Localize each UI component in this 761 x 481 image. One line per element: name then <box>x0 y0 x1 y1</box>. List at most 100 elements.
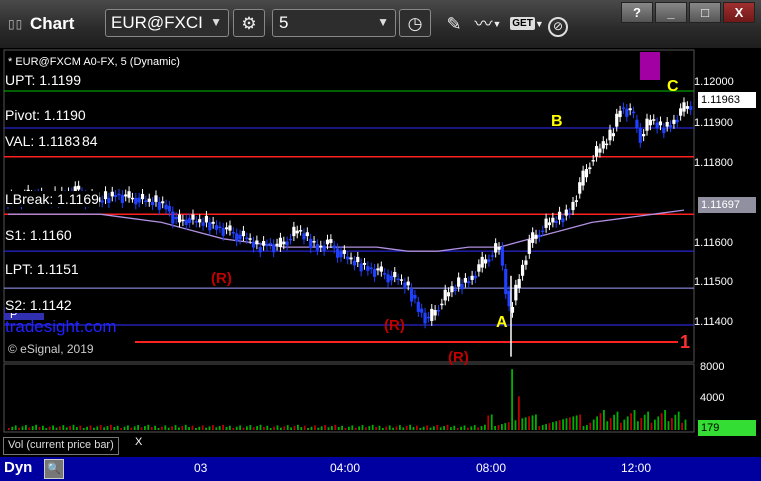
candle-body <box>379 266 383 272</box>
volume-bar <box>314 425 316 430</box>
volume-bar <box>654 419 656 430</box>
volume-bar <box>497 425 500 430</box>
volume-bar <box>361 425 364 430</box>
volume-bar <box>8 428 10 430</box>
volume-bar <box>541 425 544 430</box>
candle-body <box>140 193 145 200</box>
candle-body <box>100 200 104 203</box>
candle-body <box>211 221 215 224</box>
chart-window: ▯▯ Chart EUR@FXCI ▼ ⚙ 5 ▼ ◷ ✎ 〰▼ GET ▼ ⊘ … <box>0 0 761 481</box>
volume-bar <box>300 427 303 430</box>
volume-value-box: 179 <box>698 420 756 436</box>
time-tick: 08:00 <box>476 461 507 475</box>
volume-bar <box>212 425 214 430</box>
annotation-1: 1 <box>680 332 690 352</box>
mode-label[interactable]: Dyn <box>4 459 32 476</box>
price-chart[interactable]: ABC(R)(R)(R)1 P <box>0 0 761 481</box>
volume-bar <box>626 416 629 430</box>
volume-bar <box>93 427 95 430</box>
candle-body <box>393 271 397 278</box>
candle-body <box>208 222 212 231</box>
volume-bar <box>133 426 136 430</box>
volume-bar <box>494 426 496 430</box>
volume-bar <box>552 422 554 430</box>
volume-bar <box>443 426 445 430</box>
candle-body <box>352 260 357 266</box>
candle-body <box>335 248 340 258</box>
annotation-b: B <box>551 113 563 130</box>
candle-body <box>214 225 219 230</box>
candle-body <box>295 230 299 234</box>
volume-bar <box>399 425 401 430</box>
candle-body <box>184 219 188 225</box>
candle-body <box>483 259 488 264</box>
candle-body <box>383 273 387 275</box>
close-icon[interactable]: X <box>135 436 142 448</box>
volume-bar <box>59 426 61 430</box>
candle-body <box>181 219 185 222</box>
volume-bar <box>324 425 326 430</box>
volume-bar <box>511 369 513 430</box>
volume-bar <box>144 426 146 430</box>
candle-body <box>396 278 400 281</box>
volume-bar <box>490 414 493 430</box>
candle-body <box>218 226 222 229</box>
candle-body <box>319 245 323 248</box>
volume-bar <box>184 424 187 430</box>
candle-body <box>288 238 293 241</box>
volume-bar <box>201 425 204 430</box>
candle-body <box>258 247 262 253</box>
annotation-r-marker: (R) <box>448 349 469 366</box>
volume-bar <box>89 425 92 430</box>
volume-bar <box>113 427 116 430</box>
volume-bar <box>11 426 14 430</box>
candle-body <box>114 195 118 197</box>
candle-body <box>389 275 394 281</box>
candle-body <box>285 241 289 246</box>
candle-body <box>134 197 138 205</box>
volume-bar <box>96 426 99 430</box>
volume-bar <box>354 427 357 430</box>
volume-bar <box>28 427 31 430</box>
volume-bar <box>630 413 632 430</box>
candle-body <box>591 160 595 162</box>
volume-bar <box>235 426 238 430</box>
candle-body <box>238 234 242 240</box>
volume-bar <box>467 427 469 430</box>
volume-bar <box>463 425 466 430</box>
volume-bar <box>263 427 265 430</box>
lock-icon[interactable]: 🔍 <box>44 459 64 479</box>
volume-study-label[interactable]: Vol (current price bar) <box>3 437 119 455</box>
volume-bar <box>252 427 255 430</box>
volume-bar <box>501 424 503 430</box>
candle-body <box>117 193 121 196</box>
candle-body <box>151 201 155 206</box>
volume-bar <box>195 428 197 430</box>
candle-body <box>611 133 615 137</box>
candle-body <box>541 230 545 233</box>
volume-bar <box>303 425 306 430</box>
volume-bar <box>103 427 105 430</box>
volume-bar <box>269 428 272 430</box>
candle-body <box>416 301 420 312</box>
candle-body <box>231 232 235 234</box>
candle-body <box>255 240 259 245</box>
candle-body <box>399 279 404 281</box>
volume-bar <box>562 419 564 430</box>
candle-body <box>339 251 343 258</box>
candle-body <box>571 201 575 211</box>
candle-body <box>278 237 283 248</box>
candle-body <box>228 225 232 231</box>
volume-bar <box>218 426 221 430</box>
candle-body <box>245 237 249 239</box>
volume-bar <box>55 427 58 430</box>
volume-bar <box>620 422 622 430</box>
level-label-lpt: LPT: 1.1151 <box>5 261 79 277</box>
volume-bar <box>198 426 201 430</box>
volume-bar <box>596 416 598 430</box>
volume-bar <box>341 425 343 430</box>
candle-body <box>507 290 511 307</box>
candle-body <box>147 198 151 202</box>
volume-bar <box>586 425 588 430</box>
candle-body <box>161 201 165 204</box>
